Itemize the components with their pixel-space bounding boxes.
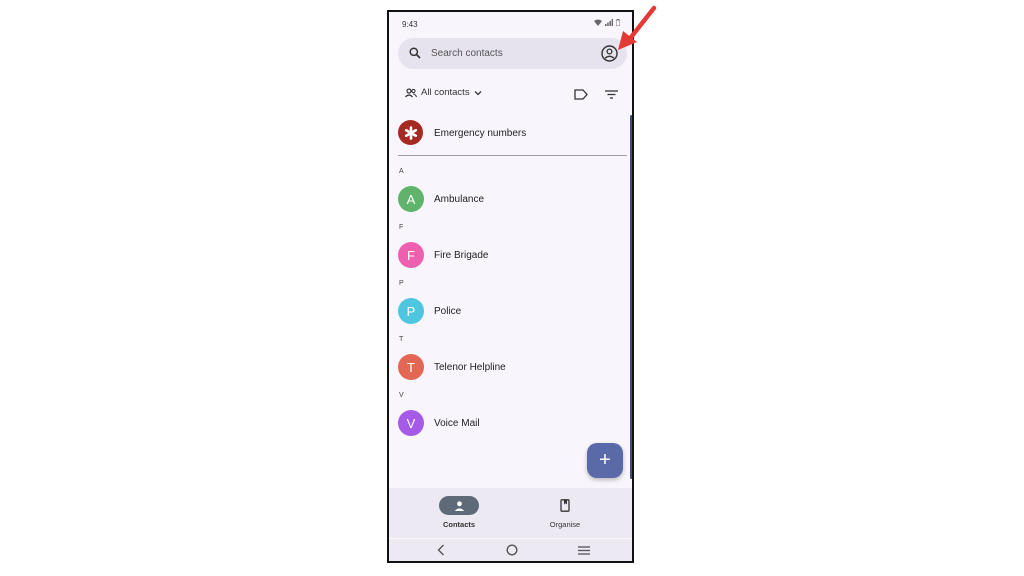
avatar: P (398, 298, 424, 324)
chevron-down-icon (474, 90, 482, 95)
bottom-navigation: Contacts Organise (389, 488, 632, 538)
emergency-numbers-item[interactable]: Emergency numbers (398, 120, 626, 146)
section-header: V (399, 392, 404, 399)
asterisk-icon (404, 125, 417, 140)
tab-contacts[interactable]: Contacts (414, 496, 504, 529)
people-icon (405, 87, 417, 97)
section-header: A (399, 168, 404, 175)
contact-item-telenor-helpline[interactable]: T Telenor Helpline (398, 354, 618, 380)
contact-name: Police (434, 306, 462, 317)
contact-name: Ambulance (434, 194, 485, 205)
status-bar: 9:43 (389, 12, 632, 34)
recents-icon[interactable] (578, 546, 590, 555)
emergency-avatar (398, 120, 423, 145)
tab-organise[interactable]: Organise (520, 496, 610, 529)
contact-item-police[interactable]: P Police (398, 298, 618, 324)
bookmark-icon (560, 499, 570, 512)
contact-item-voice-mail[interactable]: V Voice Mail (398, 410, 618, 436)
home-icon[interactable] (506, 544, 518, 556)
contacts-tab-pill (439, 496, 479, 515)
back-icon[interactable] (437, 544, 445, 556)
tab-organise-label: Organise (549, 520, 581, 529)
section-header: T (399, 336, 404, 343)
signal-icon (605, 19, 613, 26)
contact-item-fire-brigade[interactable]: F Fire Brigade (398, 242, 618, 268)
phone-screen: 9:43 Search contacts All contacts Emerge… (387, 10, 634, 563)
label-icon[interactable] (574, 89, 588, 100)
contact-name: Telenor Helpline (434, 362, 506, 373)
section-header: P (399, 280, 404, 287)
system-navigation-bar (389, 539, 632, 561)
search-bar[interactable]: Search contacts (398, 38, 627, 69)
tab-contacts-label: Contacts (442, 520, 476, 529)
person-icon (454, 500, 464, 511)
status-time: 9:43 (402, 20, 418, 29)
organise-tab-icon-wrap (545, 496, 585, 515)
search-icon (409, 47, 421, 59)
search-input[interactable]: Search contacts (431, 48, 503, 59)
status-icons (594, 19, 620, 26)
account-circle-icon[interactable] (601, 45, 618, 62)
contact-item-ambulance[interactable]: A Ambulance (398, 186, 618, 212)
add-contact-button[interactable]: + (587, 443, 623, 478)
avatar: F (398, 242, 424, 268)
arrow-icon (618, 5, 657, 50)
wifi-icon (594, 19, 602, 26)
scrollbar[interactable] (630, 115, 632, 479)
filter-icon[interactable] (605, 90, 618, 99)
contact-name: Voice Mail (434, 418, 480, 429)
emergency-numbers-label: Emergency numbers (434, 128, 527, 139)
all-contacts-label: All contacts (421, 87, 470, 98)
filter-row: All contacts (389, 87, 632, 105)
divider (398, 155, 627, 156)
avatar: V (398, 410, 424, 436)
section-header: F (399, 224, 404, 231)
avatar: T (398, 354, 424, 380)
contact-name: Fire Brigade (434, 250, 489, 261)
avatar: A (398, 186, 424, 212)
all-contacts-dropdown[interactable]: All contacts (405, 87, 482, 98)
